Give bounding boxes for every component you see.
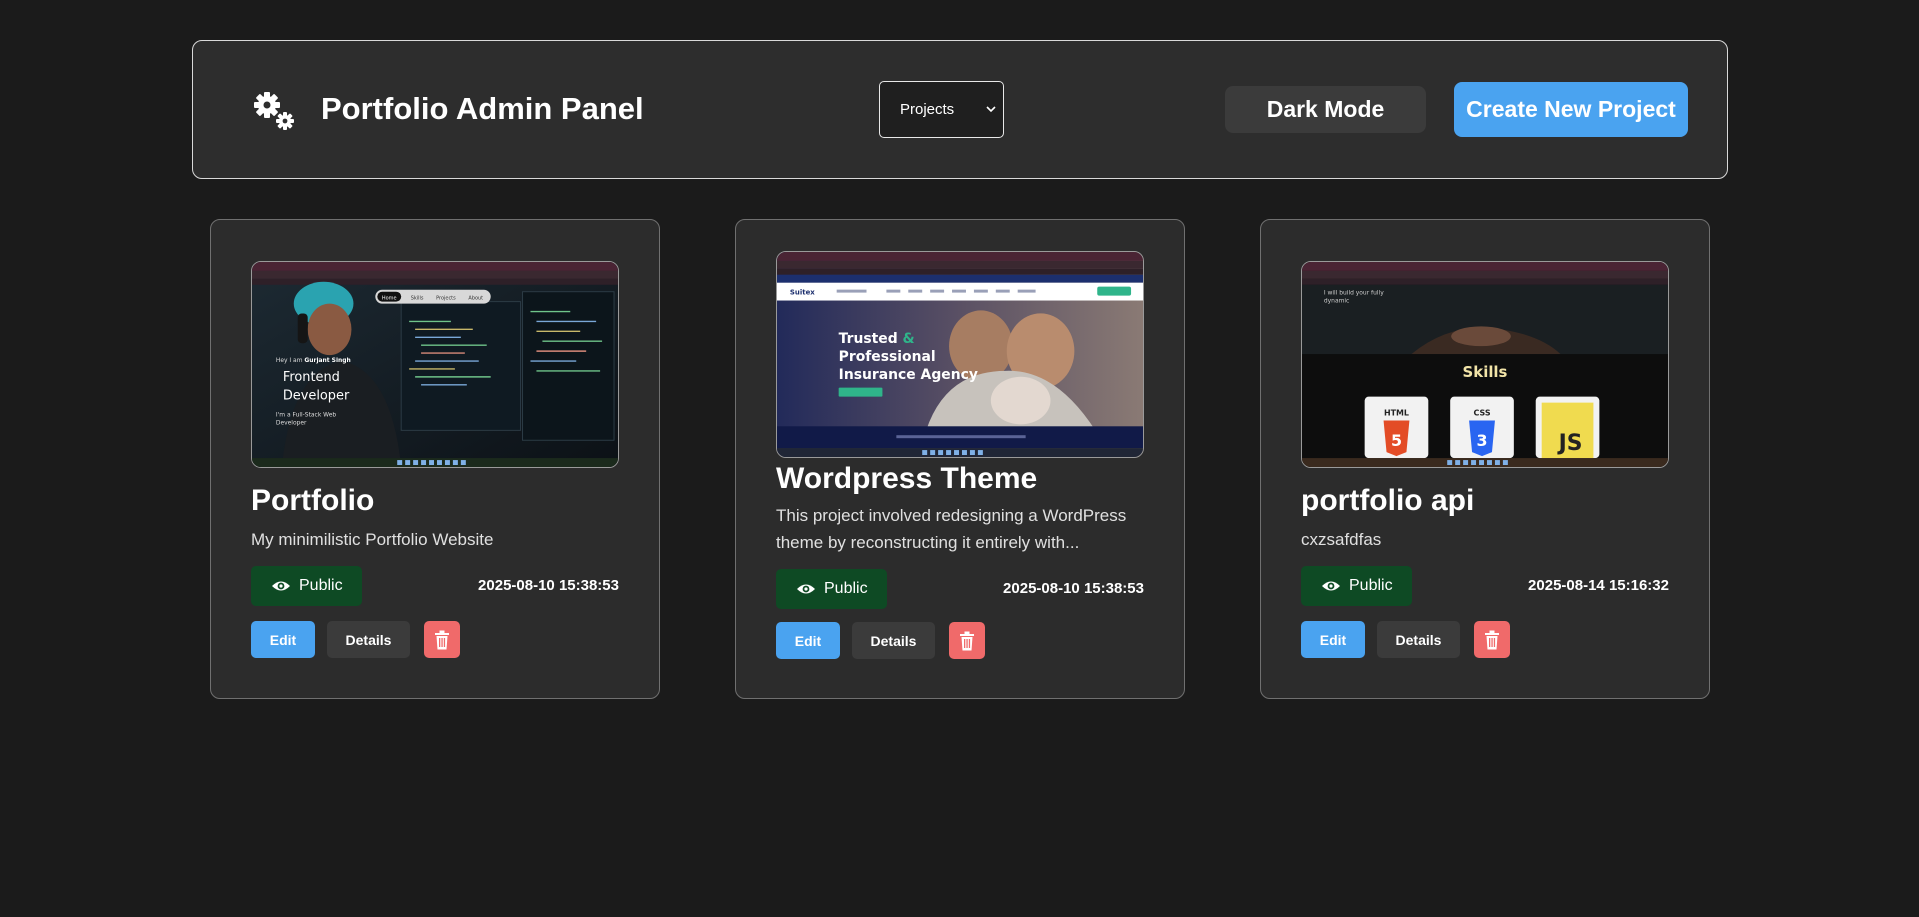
project-date: 2025-08-10 15:38:53 — [478, 577, 619, 594]
visibility-badge: Public — [776, 569, 887, 609]
project-title: portfolio api — [1301, 484, 1475, 517]
eye-icon — [272, 581, 290, 591]
project-thumbnail: I will build your fully dynamic Skills H… — [1301, 261, 1669, 468]
thumb-skill-css: CSS — [1473, 409, 1490, 418]
project-thumbnail: Home Skills Projects About Hey I am Gurj… — [251, 261, 619, 468]
project-title: Portfolio — [251, 484, 375, 517]
visibility-label: Public — [1349, 577, 1393, 594]
thumb-caption-line2: dynamic — [1324, 298, 1349, 305]
delete-button[interactable] — [424, 621, 460, 658]
thumb-nav-about: About — [468, 296, 483, 302]
thumb-nav-home: Home — [382, 296, 397, 302]
delete-button[interactable] — [1474, 621, 1510, 658]
project-title: Wordpress Theme — [776, 462, 1038, 495]
thumb-skill-js: JS — [1557, 431, 1583, 456]
trash-icon — [1485, 630, 1499, 649]
project-card: Suitex Trusted & Professional Insurance … — [735, 219, 1185, 699]
chevron-down-icon — [986, 106, 996, 113]
thumb-skill-html: HTML — [1384, 409, 1409, 418]
admin-header: Portfolio Admin Panel Projects Dark Mode… — [192, 40, 1728, 179]
edit-button[interactable]: Edit — [776, 622, 840, 659]
details-button[interactable]: Details — [852, 622, 935, 659]
svg-text:Trusted &: Trusted & — [839, 331, 915, 347]
thumb-sub-line2: Developer — [276, 419, 307, 426]
thumb-hero-line2: Professional — [839, 349, 936, 365]
thumb-sub-line1: I'm a Full-Stack Web — [276, 412, 337, 419]
dark-mode-button[interactable]: Dark Mode — [1225, 86, 1426, 133]
visibility-label: Public — [824, 580, 868, 597]
svg-text:Hey I am Gurjant Singh: Hey I am Gurjant Singh — [276, 357, 351, 364]
svg-text:5: 5 — [1391, 431, 1402, 450]
project-description: This project involved redesigning a Word… — [776, 506, 1127, 552]
visibility-label: Public — [299, 577, 343, 594]
thumb-hero-line1-a: Trusted — [839, 331, 898, 347]
edit-button[interactable]: Edit — [251, 621, 315, 658]
create-project-button[interactable]: Create New Project — [1454, 82, 1688, 137]
details-button[interactable]: Details — [1377, 621, 1460, 658]
eye-icon — [797, 584, 815, 594]
thumb-hero-line1-b: & — [903, 331, 915, 347]
thumb-role-line2: Developer — [283, 389, 350, 404]
view-select-value: Projects — [900, 101, 955, 118]
project-description: cxzsafdfas — [1301, 530, 1382, 549]
visibility-badge: Public — [251, 566, 362, 606]
thumb-section-title: Skills — [1463, 363, 1508, 381]
project-date: 2025-08-14 15:16:32 — [1528, 577, 1669, 594]
details-button[interactable]: Details — [327, 621, 410, 658]
thumb-greeting-prefix: Hey I am — [276, 357, 303, 364]
thumb-nav-skills: Skills — [411, 296, 424, 302]
eye-icon — [1322, 581, 1340, 591]
trash-icon — [960, 631, 974, 650]
svg-text:3: 3 — [1476, 431, 1487, 450]
page-title: Portfolio Admin Panel — [321, 91, 644, 126]
project-card: I will build your fully dynamic Skills H… — [1260, 219, 1710, 699]
thumb-nav-projects: Projects — [436, 296, 456, 302]
project-thumbnail: Suitex Trusted & Professional Insurance … — [776, 251, 1144, 458]
thumb-greeting-name: Gurjant Singh — [304, 357, 350, 364]
edit-button[interactable]: Edit — [1301, 621, 1365, 658]
thumb-caption-line1: I will build your fully — [1324, 290, 1384, 297]
thumb-role-line1: Frontend — [283, 370, 340, 385]
thumb-hero-line3: Insurance Agency — [839, 367, 978, 383]
project-date: 2025-08-10 15:38:53 — [1003, 580, 1144, 597]
project-card: Home Skills Projects About Hey I am Gurj… — [210, 219, 660, 699]
view-select[interactable]: Projects — [879, 81, 1004, 138]
project-description: My minimilistic Portfolio Website — [251, 530, 494, 549]
thumb-brand: Suitex — [790, 289, 815, 297]
gears-icon — [254, 92, 294, 130]
trash-icon — [435, 630, 449, 649]
delete-button[interactable] — [949, 622, 985, 659]
visibility-badge: Public — [1301, 566, 1412, 606]
